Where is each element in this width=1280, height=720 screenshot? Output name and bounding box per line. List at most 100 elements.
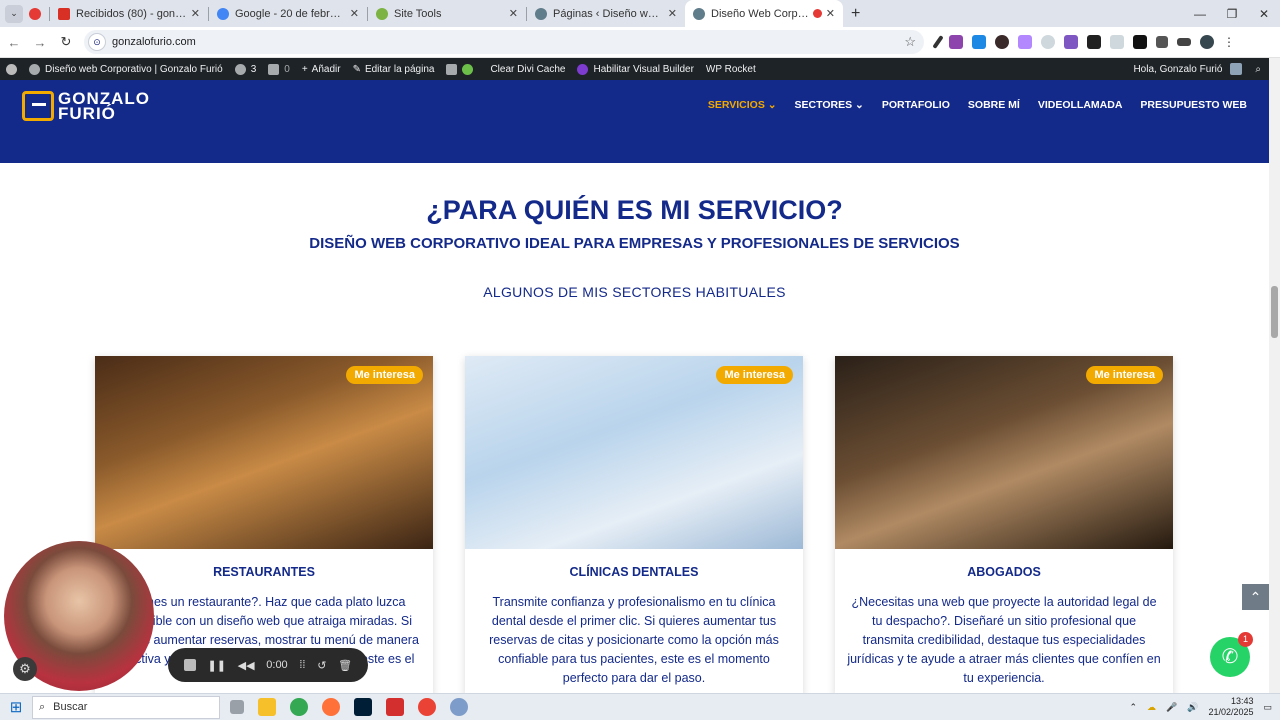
wordpress-logo-icon[interactable] — [6, 63, 17, 75]
chevron-up-icon[interactable]: ⌃ — [1129, 702, 1137, 713]
tab-google[interactable]: Google - 20 de febrero de 2025 ✕ — [209, 0, 367, 27]
chrome-icon[interactable] — [450, 698, 468, 716]
wp-greeting[interactable]: Hola, Gonzalo Furió — [1133, 64, 1222, 75]
nav-videollamada[interactable]: VIDEOLLAMADA — [1038, 99, 1123, 111]
nav-sectores[interactable]: SECTORES ⌄ — [795, 99, 864, 111]
extension-icon[interactable] — [1064, 35, 1078, 49]
back-icon[interactable]: ← — [2, 35, 26, 50]
home-icon — [29, 63, 40, 75]
nav-servicios[interactable]: SERVICIOS ⌄ — [708, 99, 777, 111]
wp-rocket[interactable]: WP Rocket — [706, 64, 756, 75]
windows-start-icon[interactable]: ⊞ — [0, 698, 32, 716]
extension-icon[interactable] — [1041, 35, 1055, 49]
wp-search-icon[interactable]: ⌕ — [1255, 64, 1261, 75]
sector-card-abogados[interactable]: Me interesa ABOGADOS ¿Necesitas una web … — [835, 356, 1173, 696]
volume-icon[interactable]: 🔊 — [1187, 702, 1198, 713]
address-bar[interactable]: ⊙ gonzalofurio.com ☆ — [84, 30, 924, 54]
wp-seo-status[interactable] — [446, 63, 478, 75]
url-text: gonzalofurio.com — [112, 36, 196, 48]
main-content: ¿PARA QUIÉN ES MI SERVICIO? DISEÑO WEB C… — [0, 163, 1269, 696]
recorder-settings-icon[interactable]: ⚙ — [13, 657, 37, 681]
pencil-icon: ✎ — [352, 63, 361, 75]
chrome-icon[interactable] — [290, 698, 308, 716]
media-control-icon[interactable] — [1177, 38, 1191, 46]
nav-portafolio[interactable]: PORTAFOLIO — [882, 99, 950, 111]
new-tab-button[interactable]: + — [851, 5, 860, 23]
wp-visual-builder[interactable]: Habilitar Visual Builder — [577, 63, 694, 75]
microphone-icon[interactable]: 🎤 — [1166, 702, 1177, 713]
extension-icon[interactable] — [1110, 35, 1124, 49]
extension-icon[interactable] — [949, 35, 963, 49]
profile-avatar-icon[interactable] — [1200, 35, 1214, 49]
wordpress-favicon-icon — [535, 7, 547, 20]
wp-updates[interactable]: 3 — [234, 63, 256, 75]
back-to-top-button[interactable]: ⌃ — [1242, 584, 1269, 610]
weather-icon[interactable]: ☁ — [1147, 702, 1156, 713]
dental-clinic-image: Me interesa — [465, 356, 803, 549]
acrobat-icon[interactable] — [386, 698, 404, 716]
reload-icon[interactable]: ↻ — [54, 34, 78, 50]
close-tab-icon[interactable]: ✕ — [826, 7, 835, 20]
wp-add-new[interactable]: + Añadir — [302, 64, 341, 75]
comment-icon — [268, 63, 280, 75]
me-interesa-badge[interactable]: Me interesa — [716, 366, 793, 384]
extension-icon[interactable] — [972, 35, 986, 49]
tab-site-tools[interactable]: Site Tools ✕ — [368, 0, 526, 27]
wp-site-name[interactable]: Diseño web Corporativo | Gonzalo Furió — [29, 63, 223, 75]
wp-edit-page[interactable]: ✎ Editar la página — [353, 64, 435, 75]
close-tab-icon[interactable]: ✕ — [668, 7, 677, 20]
chrome-icon[interactable] — [418, 698, 436, 716]
wp-comments[interactable]: 0 — [268, 63, 290, 75]
tab-active[interactable]: Diseño Web Corporativo Es ✕ — [685, 0, 843, 27]
me-interesa-badge[interactable]: Me interesa — [1086, 366, 1163, 384]
extension-icon[interactable] — [1133, 35, 1147, 49]
close-tab-icon[interactable]: ✕ — [191, 7, 200, 20]
clock[interactable]: 13:43 21/02/2025 — [1208, 696, 1253, 718]
site-logo[interactable]: GONZALO FURIÓ — [22, 89, 150, 123]
stop-recording-icon[interactable] — [183, 659, 196, 671]
close-tab-icon[interactable]: ✕ — [350, 7, 359, 20]
extension-icon[interactable] — [1087, 35, 1101, 49]
logo-mark-icon — [22, 91, 54, 121]
taskbar-search[interactable]: ⌕ Buscar — [32, 695, 220, 719]
delete-icon[interactable]: 🗑 — [338, 659, 352, 672]
close-window-icon[interactable]: ✕ — [1248, 7, 1280, 21]
restart-icon[interactable]: ↺ — [317, 659, 326, 672]
sector-card-clinicas-dentales[interactable]: Me interesa CLÍNICAS DENTALES Transmite … — [465, 356, 803, 696]
nav-presupuesto-web[interactable]: PRESUPUESTO WEB — [1140, 99, 1247, 111]
close-tab-icon[interactable]: ✕ — [509, 7, 518, 20]
extensions-puzzle-icon[interactable] — [1156, 36, 1168, 48]
wp-clear-cache[interactable]: Clear Divi Cache — [490, 64, 565, 75]
site-info-icon[interactable]: ⊙ — [88, 33, 106, 51]
task-view-icon[interactable] — [230, 700, 244, 714]
tab-search-menu-button[interactable]: ⌄ — [5, 4, 23, 23]
scrollbar-thumb[interactable] — [1271, 286, 1278, 338]
minimize-icon[interactable]: — — [1184, 7, 1216, 21]
pause-icon[interactable]: ❚❚ — [208, 659, 226, 672]
tab-pinned[interactable] — [23, 0, 49, 27]
bookmark-star-icon[interactable]: ☆ — [904, 34, 916, 50]
pen-extension-icon[interactable] — [932, 35, 944, 49]
more-menu-icon[interactable]: ⋮ — [1223, 35, 1235, 49]
me-interesa-badge[interactable]: Me interesa — [346, 366, 423, 384]
yoast-icon — [446, 63, 458, 75]
extension-icon[interactable] — [1018, 35, 1032, 49]
rewind-icon[interactable]: ◀◀ — [238, 659, 255, 672]
forward-icon[interactable]: → — [28, 35, 52, 50]
tab-paginas[interactable]: Páginas ‹ Diseño web Corporat ✕ — [527, 0, 685, 27]
system-tray: ⌃ ☁ 🎤 🔊 13:43 21/02/2025 ▭ — [1129, 696, 1272, 718]
section-heading: ¿PARA QUIÉN ES MI SERVICIO? — [426, 195, 843, 225]
user-avatar-icon[interactable] — [1230, 63, 1243, 75]
firefox-icon[interactable] — [322, 698, 340, 716]
tab-gmail[interactable]: Recibidos (80) - gonzalofuegos ✕ — [50, 0, 208, 27]
main-navigation: SERVICIOS ⌄ SECTORES ⌄ PORTAFOLIO SOBRE … — [708, 99, 1247, 111]
file-explorer-icon[interactable] — [258, 698, 276, 716]
page-scrollbar[interactable] — [1269, 58, 1280, 693]
grid-icon[interactable]: ⁞⁞ — [299, 659, 305, 671]
extension-icon[interactable] — [995, 35, 1009, 49]
logo-text: GONZALO FURIÓ — [58, 89, 150, 123]
notifications-icon[interactable]: ▭ — [1263, 702, 1272, 713]
nav-sobre-mi[interactable]: SOBRE MÍ — [968, 99, 1020, 111]
restore-icon[interactable]: ❐ — [1216, 7, 1248, 21]
photoshop-icon[interactable] — [354, 698, 372, 716]
